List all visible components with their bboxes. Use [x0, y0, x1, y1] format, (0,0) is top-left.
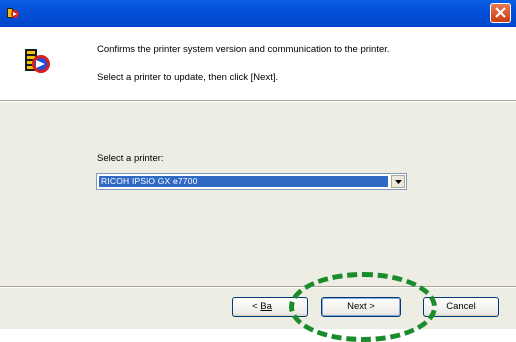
divider — [0, 101, 516, 102]
printer-update-icon — [7, 8, 19, 18]
printer-selected-value: RICOH IPSiO GX e7700 — [99, 176, 388, 187]
dropdown-arrow-button[interactable] — [391, 175, 405, 188]
printer-update-icon — [25, 49, 50, 73]
description-text: Confirms the printer system version and … — [97, 44, 390, 55]
printer-dropdown[interactable]: RICOH IPSiO GX e7700 — [96, 173, 407, 190]
instruction-text: Select a printer to update, then click [… — [97, 72, 279, 83]
divider — [0, 287, 516, 288]
back-button-label: Ba — [260, 301, 272, 312]
cancel-button-label: Cancel — [446, 301, 476, 312]
next-button[interactable]: Next > — [321, 297, 401, 317]
close-button[interactable] — [490, 3, 511, 23]
select-printer-label: Select a printer: — [97, 153, 164, 164]
chevron-down-icon — [395, 180, 402, 184]
dialog-body — [0, 100, 516, 329]
title-bar — [0, 0, 516, 27]
close-icon — [495, 7, 506, 18]
dialog-header — [0, 27, 516, 100]
back-button[interactable]: < Ba — [232, 297, 308, 317]
next-button-label: Next > — [347, 301, 375, 312]
cancel-button[interactable]: Cancel — [423, 297, 499, 317]
